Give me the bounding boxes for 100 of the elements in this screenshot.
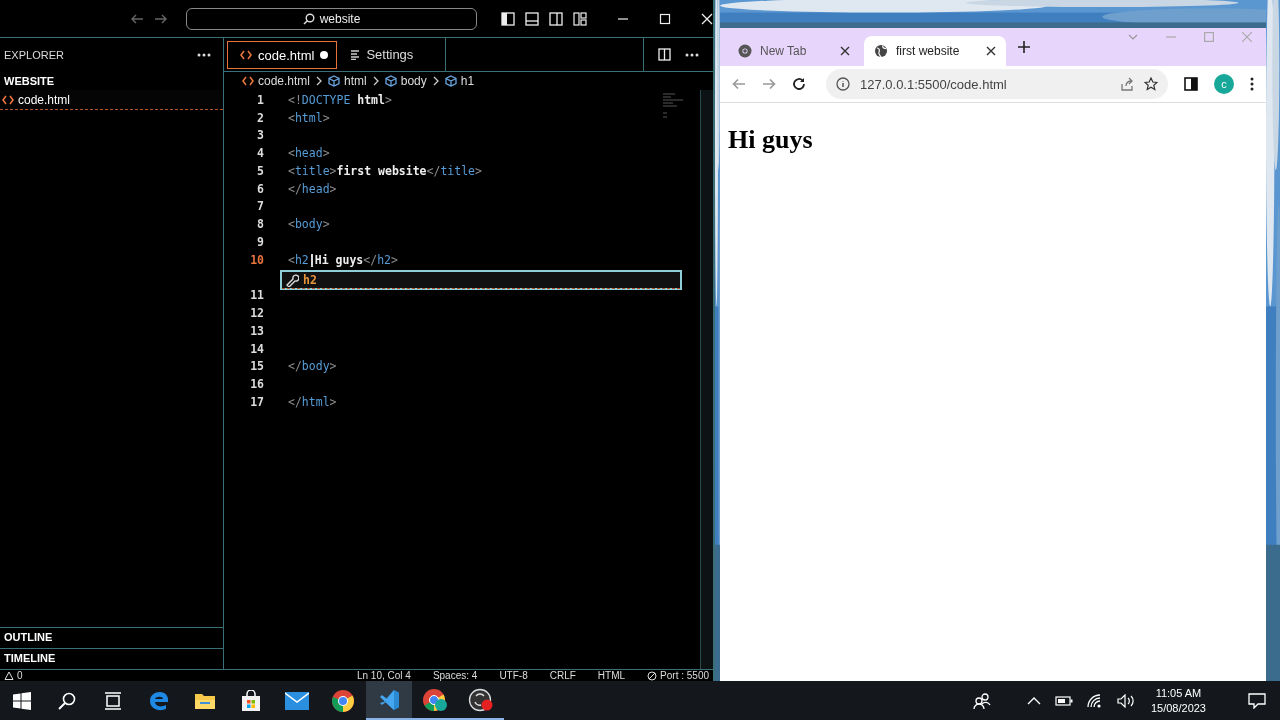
address-bar[interactable]: 127.0.0.1:5500/code.html: [826, 69, 1168, 99]
recorder-icon: [468, 687, 494, 712]
code-line: <title>first website</title>: [288, 163, 482, 178]
back-arrow-icon[interactable]: [130, 12, 144, 25]
file-item[interactable]: code.html: [0, 90, 223, 110]
code-line: </body>: [288, 359, 337, 374]
wifi-icon[interactable]: [1086, 693, 1103, 708]
search-icon: [57, 690, 77, 711]
edge-icon: [148, 689, 170, 712]
suggestion-item[interactable]: h2: [282, 271, 680, 289]
problems-count[interactable]: 0: [4, 670, 23, 681]
line-number: 1: [256, 92, 264, 107]
breadcrumb[interactable]: h1: [444, 74, 475, 88]
line-number: 6: [256, 181, 264, 196]
side-panel-icon[interactable]: [1184, 77, 1198, 91]
chrome-icon: [738, 44, 752, 58]
scrollbar[interactable]: [700, 90, 713, 669]
globe-icon: [874, 44, 888, 58]
line-number: 17: [249, 394, 264, 409]
code-icon: [242, 76, 254, 86]
sidebar-title: EXPLORER: [4, 49, 64, 61]
line-number: 2: [256, 110, 264, 125]
forward-arrow-icon[interactable]: [762, 78, 776, 90]
clock[interactable]: 11:05 AM 15/08/2023: [1150, 685, 1206, 716]
breadcrumb[interactable]: html: [328, 74, 367, 88]
folder-header[interactable]: WEBSITE: [0, 72, 223, 90]
page-heading: Hi guys: [728, 125, 813, 155]
code-line: <head>: [288, 146, 330, 161]
status-item[interactable]: Port : 5500: [647, 670, 709, 681]
line-number: 12: [249, 306, 264, 321]
layout-icon[interactable]: [573, 11, 587, 26]
split-editor-icon[interactable]: [658, 48, 671, 61]
code-line: <body>: [288, 217, 330, 232]
browser-tab[interactable]: New Tab: [728, 36, 860, 66]
close-tab-icon[interactable]: [840, 46, 850, 56]
browser-tab[interactable]: first website: [864, 36, 1006, 66]
status-item[interactable]: HTML: [597, 670, 626, 681]
speaker-icon[interactable]: [1116, 693, 1135, 708]
search-icon: [302, 12, 315, 25]
cube-icon: [384, 75, 397, 87]
cube-icon: [328, 75, 341, 87]
chrome-icon: [422, 687, 448, 712]
panel-header[interactable]: TIMELINE: [0, 648, 223, 669]
panel-header[interactable]: OUTLINE: [0, 627, 223, 648]
new-tab-icon[interactable]: [1018, 41, 1030, 53]
wrench-icon: [285, 272, 299, 287]
line-number: 3: [256, 128, 264, 143]
primary-sidebar-icon[interactable]: [501, 11, 515, 26]
breadcrumb[interactable]: code.html: [242, 74, 311, 88]
close-tab-icon[interactable]: [986, 46, 996, 56]
line-number: 10: [249, 252, 264, 267]
more-icon[interactable]: [685, 52, 699, 57]
status-item[interactable]: CRLF: [549, 670, 576, 681]
cube-icon: [444, 75, 457, 87]
menu-icon[interactable]: [1250, 77, 1254, 91]
split-sidebar-icon[interactable]: [549, 11, 563, 26]
notifications-icon[interactable]: [1248, 692, 1266, 709]
people-icon[interactable]: [972, 691, 991, 710]
chevron-icon: [315, 76, 324, 86]
panel-icon[interactable]: [525, 11, 539, 26]
line-number: 4: [256, 146, 264, 161]
reload-icon[interactable]: [792, 77, 806, 91]
code-line: <html>: [288, 110, 330, 125]
code-line: </head>: [288, 181, 337, 196]
code-icon: [240, 50, 252, 60]
editor-tab[interactable]: code.html: [227, 41, 338, 69]
line-number: 11: [249, 288, 264, 303]
store-icon: [241, 689, 261, 712]
line-number: 9: [256, 234, 264, 249]
line-number: 7: [256, 199, 264, 214]
mail-icon: [285, 691, 309, 710]
status-item[interactable]: Spaces: 4: [432, 670, 478, 681]
star-icon[interactable]: [1144, 77, 1158, 91]
lines-icon: [350, 49, 361, 60]
windows-start-icon[interactable]: [13, 691, 31, 710]
breadcrumb[interactable]: body: [384, 74, 427, 88]
chrome-icon: [331, 688, 355, 713]
line-number: 14: [249, 341, 264, 356]
task-view-icon: [103, 690, 123, 711]
text-cursor-icon: [310, 253, 313, 267]
line-number: 13: [249, 323, 264, 338]
code-line: </html>: [288, 394, 337, 409]
warning-icon: [4, 671, 14, 680]
status-item[interactable]: UTF-8: [499, 670, 528, 681]
share-icon[interactable]: [1120, 77, 1134, 91]
code-line: <h2 Hi guys</h2>: [288, 252, 398, 267]
chevron-up-icon[interactable]: [1026, 696, 1041, 705]
chevron-icon: [371, 76, 380, 86]
port-icon: [647, 670, 658, 681]
forward-arrow-icon[interactable]: [154, 12, 168, 25]
chevron-icon: [431, 76, 440, 86]
command-search-field[interactable]: website: [186, 7, 477, 30]
status-item[interactable]: Ln 10, Col 4: [356, 670, 411, 681]
code-line: <!DOCTYPE html>: [288, 92, 392, 107]
back-arrow-icon[interactable]: [732, 78, 746, 90]
battery-icon[interactable]: [1054, 695, 1073, 706]
line-number: 8: [256, 217, 264, 232]
more-icon[interactable]: [197, 53, 211, 57]
line-number: 16: [249, 377, 264, 392]
line-number: 15: [249, 359, 264, 374]
